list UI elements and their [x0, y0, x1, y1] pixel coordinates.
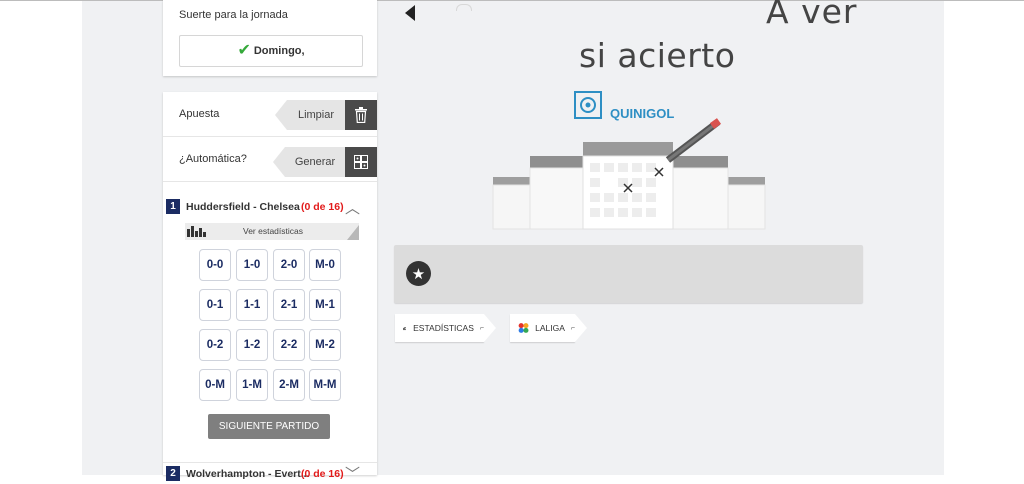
- score-button[interactable]: 0-0: [199, 249, 231, 281]
- score-button[interactable]: 1-M: [236, 369, 268, 401]
- trash-icon[interactable]: [345, 100, 377, 130]
- left-column: Suerte para la jornada ✔ Domingo, Apuest…: [163, 0, 377, 483]
- bar-chart-icon: [187, 226, 206, 237]
- laliga-link-label: LALIGA: [535, 323, 565, 333]
- score-button[interactable]: 2-M: [273, 369, 305, 401]
- score-button[interactable]: 1-2: [236, 329, 268, 361]
- external-link-icon: ⌐: [570, 324, 575, 332]
- score-button[interactable]: 2-0: [273, 249, 305, 281]
- tab-handle: [456, 4, 472, 11]
- stats-link[interactable]: ESTADÍSTICAS ⌐: [395, 314, 496, 342]
- check-icon: ✔: [237, 42, 251, 59]
- laliga-logo-icon: [518, 323, 529, 333]
- chevron-down-icon[interactable]: ﹀: [345, 463, 360, 484]
- automatica-label: ¿Automática?: [179, 153, 247, 165]
- view-stats-bar[interactable]: Ver estadísticas: [185, 223, 359, 240]
- quinigol-logo-text: QUINIGOL: [610, 106, 674, 121]
- stats-link-label: ESTADÍSTICAS: [413, 323, 474, 333]
- luck-day: Domingo,: [253, 45, 305, 57]
- back-arrow-icon[interactable]: [405, 5, 415, 21]
- match-number: 1: [166, 199, 180, 214]
- match-count: (0 de 16): [301, 201, 344, 213]
- score-button[interactable]: M-M: [309, 369, 341, 401]
- bet-panel: Apuesta Limpiar ¿Automática? Generar 1 H…: [163, 92, 377, 483]
- score-button[interactable]: 2-2: [273, 329, 305, 361]
- automatica-row: ¿Automática? Generar: [163, 137, 377, 182]
- luck-title: Suerte para la jornada: [179, 9, 288, 21]
- generate-button[interactable]: Generar: [273, 147, 345, 177]
- quinigol-illustration: QUINIGOL: [492, 91, 766, 230]
- dice-icon[interactable]: [345, 147, 377, 177]
- score-button[interactable]: 2-1: [273, 289, 305, 321]
- match-2-header[interactable]: 2 Wolverhampton - Evert... (0 de 16) ﹀: [163, 462, 377, 483]
- match-name: Huddersfield - Chelsea: [186, 201, 300, 213]
- score-button[interactable]: 0-1: [199, 289, 231, 321]
- score-button[interactable]: 0-2: [199, 329, 231, 361]
- star-icon[interactable]: ★: [406, 261, 431, 286]
- match-number: 2: [166, 466, 180, 481]
- heading-line-1: A ver: [766, 0, 858, 31]
- score-button[interactable]: 1-0: [236, 249, 268, 281]
- score-button[interactable]: 1-1: [236, 289, 268, 321]
- chevron-up-icon[interactable]: ︿: [345, 197, 360, 218]
- pencil-icon: [665, 118, 722, 163]
- match-1-header[interactable]: 1 Huddersfield - Chelsea (0 de 16) ︿: [163, 196, 377, 218]
- score-button[interactable]: 0-M: [199, 369, 231, 401]
- favorites-panel: ★: [394, 245, 863, 303]
- luck-day-box: ✔ Domingo,: [179, 35, 363, 67]
- external-link-icon: ⌐: [479, 324, 484, 332]
- view-stats-label: Ver estadísticas: [243, 226, 304, 236]
- stats-chart-icon: [403, 326, 407, 330]
- score-button[interactable]: M-0: [309, 249, 341, 281]
- apuesta-row: Apuesta Limpiar: [163, 92, 377, 137]
- clear-button[interactable]: Limpiar: [275, 100, 345, 130]
- next-match-button[interactable]: SIGUIENTE PARTIDO: [208, 414, 330, 439]
- score-button[interactable]: M-1: [309, 289, 341, 321]
- match-name: Wolverhampton - Evert...: [186, 468, 310, 480]
- score-button[interactable]: M-2: [309, 329, 341, 361]
- match-count: (0 de 16): [301, 468, 344, 480]
- laliga-link[interactable]: LALIGA ⌐: [510, 314, 587, 342]
- luck-card: Suerte para la jornada ✔ Domingo,: [163, 0, 377, 76]
- apuesta-label: Apuesta: [179, 108, 220, 120]
- heading-line-2: si acierto: [579, 36, 736, 75]
